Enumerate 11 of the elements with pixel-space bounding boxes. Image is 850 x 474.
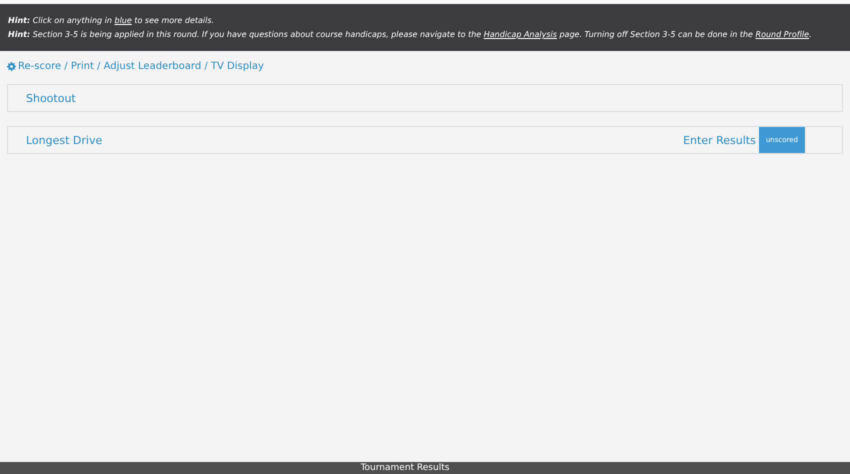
rescore-print-link[interactable]: Re-score / Print / Adjust Leaderboard / TV Display [7, 61, 264, 72]
event-name-link[interactable]: Shootout [26, 92, 76, 104]
event-name-link[interactable]: Longest Drive [26, 134, 102, 146]
enter-results-link[interactable]: Enter Results [683, 134, 756, 146]
hint-text: Hint: Section 3-5 is being applied in this round. If you have questions about course handicaps, please navigate to the Handicap Analysis page. Turning off Section 3-5 can be done in the Round Profile. [8, 29, 813, 41]
gear-icon [7, 62, 16, 71]
hint-link[interactable]: Handicap Analysis [484, 30, 557, 39]
hint-link[interactable]: blue [114, 16, 132, 25]
hint-link[interactable]: Round Profile [756, 30, 810, 39]
hint-text: Hint: Click on anything in blue to see more details. [8, 15, 216, 27]
footer-title: Tournament Results [360, 462, 450, 474]
